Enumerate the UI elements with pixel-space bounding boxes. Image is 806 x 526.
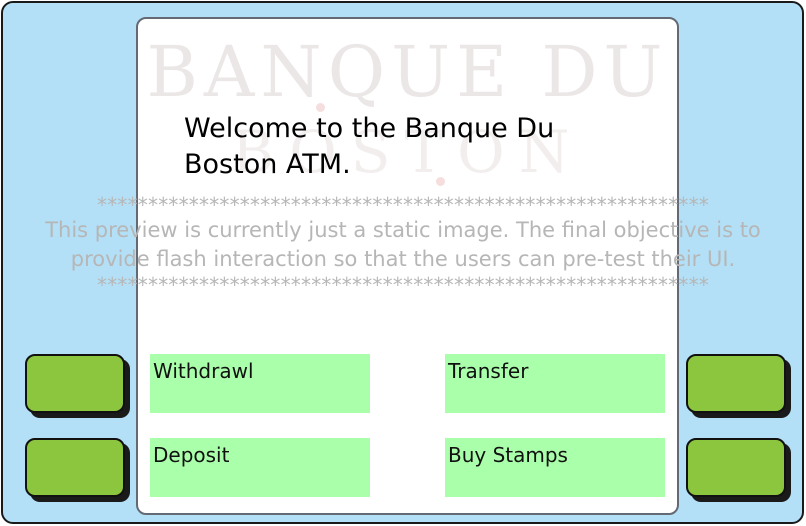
left-side-button-2[interactable] (25, 438, 125, 497)
right-side-button-1[interactable] (686, 354, 786, 413)
left-side-button-1[interactable] (25, 354, 125, 413)
atm-screen: BANQUE DU BOSTON Welcome to the Banque D… (136, 17, 679, 515)
withdrawl-label: Withdrawl (153, 359, 254, 383)
deposit-label: Deposit (153, 443, 230, 467)
deposit-button[interactable]: Deposit (150, 438, 370, 497)
atm-frame: BANQUE DU BOSTON Welcome to the Banque D… (1, 1, 804, 524)
transfer-button[interactable]: Transfer (445, 354, 665, 413)
bank-logo-watermark: BANQUE DU (146, 31, 669, 113)
transfer-label: Transfer (448, 359, 529, 383)
withdrawl-button[interactable]: Withdrawl (150, 354, 370, 413)
right-side-button-2[interactable] (686, 438, 786, 497)
buy-stamps-button[interactable]: Buy Stamps (445, 438, 665, 497)
buy-stamps-label: Buy Stamps (448, 443, 568, 467)
welcome-message: Welcome to the Banque Du Boston ATM. (184, 113, 555, 180)
